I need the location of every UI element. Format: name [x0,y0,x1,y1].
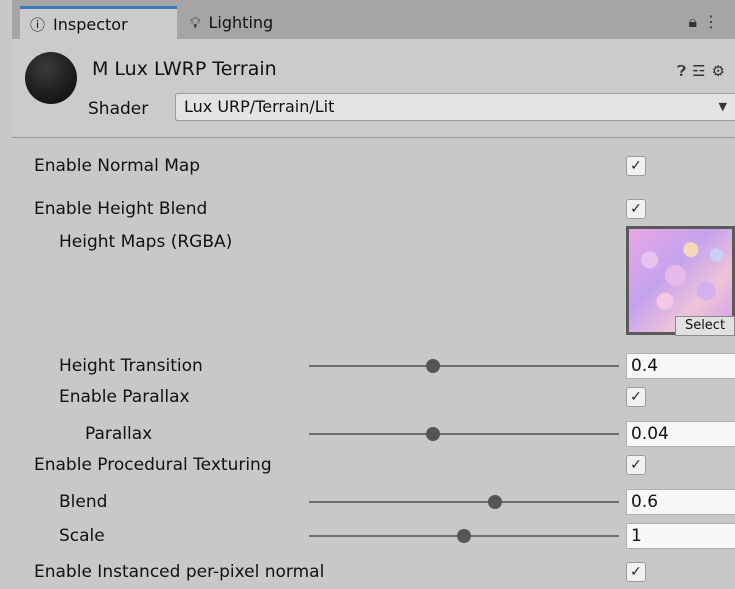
header-icons: ❓︎☲⚙ [677,62,731,80]
scale-field[interactable]: 1 [626,523,735,549]
row-blend: Blend 0.6 [12,489,735,515]
parallax-slider-knob[interactable] [426,427,440,441]
enable-procedural-texturing-label: Enable Procedural Texturing [34,455,272,475]
material-name: M Lux LWRP Terrain [92,58,277,80]
enable-parallax-label: Enable Parallax [59,387,190,407]
tab-bar: ⓘ Inspector 💡︎ Lighting 🔒︎⋮ [12,0,735,39]
tab-menu-icons: 🔒︎⋮ [688,12,725,32]
gear-icon[interactable]: ⚙ [712,62,731,80]
tab-inspector[interactable]: ⓘ Inspector [20,6,177,39]
enable-height-blend-checkbox[interactable]: ✓ [626,199,646,219]
kebab-menu-icon[interactable]: ⋮ [703,12,725,31]
material-header [12,39,735,138]
preset-sliders-icon[interactable]: ☲ [692,62,711,80]
row-parallax: Parallax 0.04 [12,421,735,447]
tab-lighting-label: Lighting [208,13,274,32]
enable-procedural-texturing-checkbox[interactable]: ✓ [626,455,646,475]
info-icon: ⓘ [30,15,46,34]
tab-lighting[interactable]: 💡︎ Lighting [182,6,370,39]
lock-icon[interactable]: 🔒︎ [688,12,703,31]
tab-inspector-label: Inspector [53,14,128,34]
row-scale: Scale 1 [12,523,735,549]
parallax-slider-track[interactable] [309,433,619,435]
parallax-label: Parallax [85,424,153,444]
height-transition-label: Height Transition [59,356,203,376]
height-maps-label: Height Maps (RGBA) [59,232,233,252]
enable-instanced-normal-label: Enable Instanced per-pixel normal [34,562,325,582]
row-height-transition: Height Transition 0.4 [12,353,735,379]
lightbulb-icon: 💡︎ [190,13,201,32]
parallax-field[interactable]: 0.04 [626,421,735,447]
dropdown-arrow-icon: ▼ [718,100,727,113]
blend-field[interactable]: 0.6 [626,489,735,515]
enable-parallax-checkbox[interactable]: ✓ [626,387,646,407]
help-icon[interactable]: ❓︎ [677,62,692,80]
scale-slider-knob[interactable] [457,529,471,543]
shader-dropdown-value: Lux URP/Terrain/Lit [184,97,335,116]
height-transition-slider-knob[interactable] [426,359,440,373]
enable-instanced-normal-checkbox[interactable]: ✓ [626,562,646,582]
height-transition-field[interactable]: 0.4 [626,353,735,379]
blend-slider-knob[interactable] [488,495,502,509]
enable-height-blend-label: Enable Height Blend [34,199,208,219]
shader-dropdown[interactable]: Lux URP/Terrain/Lit ▼ [175,93,735,121]
height-transition-slider-track[interactable] [309,365,619,367]
enable-normal-map-label: Enable Normal Map [34,156,201,176]
material-preview-thumbnail [25,52,77,104]
height-maps-select-button[interactable]: Select [675,316,735,336]
scale-label: Scale [59,526,105,546]
enable-normal-map-checkbox[interactable]: ✓ [626,156,646,176]
shader-label: Shader [88,99,149,119]
inspector-window: ⓘ Inspector 💡︎ Lighting 🔒︎⋮ M Lux LWRP T… [12,0,735,589]
blend-slider-track[interactable] [309,501,619,503]
blend-label: Blend [59,492,108,512]
